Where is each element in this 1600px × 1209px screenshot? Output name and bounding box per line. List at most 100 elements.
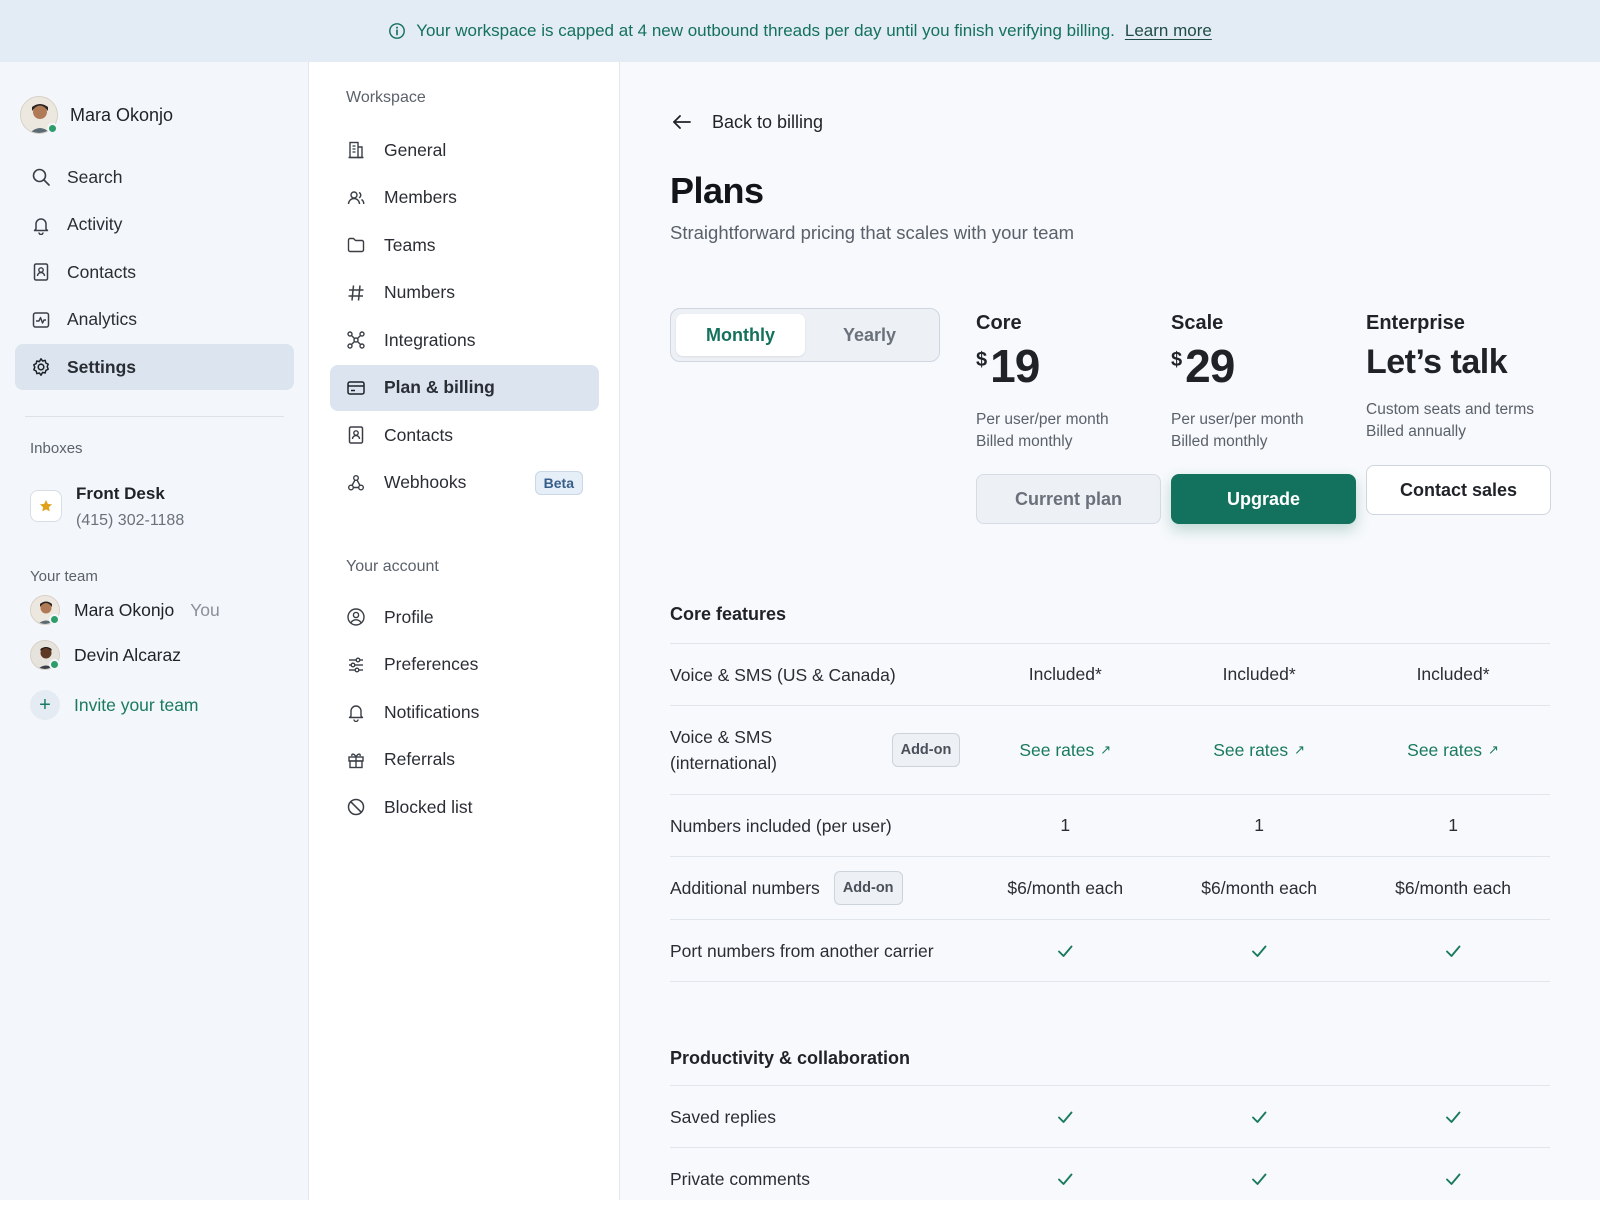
nav-label: Analytics: [67, 309, 138, 329]
price-amount: 19: [990, 340, 1040, 392]
price-amount: 29: [1185, 340, 1235, 392]
integrations-icon: [346, 330, 366, 350]
workspace-label: Workspace: [346, 89, 426, 106]
nav-analytics[interactable]: Analytics: [15, 297, 294, 343]
main-nav: Search Activity Contacts Analytics Setti…: [15, 154, 294, 392]
settings-item-label: Preferences: [384, 654, 479, 674]
plan-price: $ 29: [1171, 341, 1356, 397]
feature-value: Included*: [1416, 664, 1490, 684]
building-icon: [346, 140, 366, 160]
feature-value: Included*: [1222, 664, 1296, 684]
check-icon: [968, 1169, 1162, 1189]
settings-item-numbers[interactable]: Numbers: [330, 270, 599, 316]
plan-description: Per user/per month Billed monthly: [976, 409, 1161, 453]
plans-page: Back to billing Plans Straightforward pr…: [620, 62, 1600, 1200]
upgrade-button[interactable]: Upgrade: [1171, 474, 1356, 524]
external-link-icon: ↗: [1488, 742, 1499, 757]
billing-banner: Your workspace is capped at 4 new outbou…: [0, 0, 1600, 62]
settings-item-label: Blocked list: [384, 796, 473, 817]
check-icon: [1162, 941, 1356, 961]
inbox-front-desk[interactable]: Front Desk (415) 302-1188: [30, 482, 184, 530]
link-label: See rates: [1213, 739, 1289, 760]
banner-message: Your workspace is capped at 4 new outbou…: [416, 21, 1115, 40]
feature-value: 1: [1448, 815, 1458, 835]
feature-label: Voice & SMS (international) Add-on: [670, 724, 968, 776]
invite-team-button[interactable]: + Invite your team: [30, 690, 199, 720]
back-label: Back to billing: [712, 111, 824, 132]
settings-item-general[interactable]: General: [330, 127, 599, 173]
link-label: See rates: [1407, 739, 1483, 760]
nav-search[interactable]: Search: [15, 154, 294, 200]
sidebar-divider: [25, 416, 284, 417]
settings-item-profile[interactable]: Profile: [330, 594, 599, 640]
nav-activity[interactable]: Activity: [15, 202, 294, 248]
plan-headline: Let’s talk: [1366, 343, 1508, 381]
see-rates-link[interactable]: See rates ↗: [1162, 740, 1356, 761]
check-icon: [1356, 941, 1550, 961]
settings-item-label: Contacts: [384, 424, 454, 445]
page-title: Plans: [670, 170, 764, 211]
settings-item-label: Numbers: [384, 282, 455, 302]
price-currency: $: [1171, 349, 1183, 371]
plan-scale: Scale $ 29 Per user/per month Billed mon…: [1171, 308, 1356, 524]
you-tag: You: [190, 599, 220, 620]
contact-sales-button[interactable]: Contact sales: [1366, 465, 1551, 515]
members-icon: [346, 188, 366, 208]
back-to-billing-link[interactable]: Back to billing: [670, 110, 823, 134]
current-plan-button[interactable]: Current plan: [976, 474, 1161, 524]
team-member[interactable]: Devin Alcaraz: [30, 640, 181, 670]
settings-item-label: Plan & billing: [384, 377, 495, 397]
settings-item-preferences[interactable]: Preferences: [330, 642, 599, 688]
settings-item-teams[interactable]: Teams: [330, 222, 599, 268]
learn-more-link[interactable]: Learn more: [1125, 21, 1212, 41]
current-user[interactable]: Mara Okonjo: [20, 96, 173, 134]
feature-value: $6/month each: [1007, 877, 1124, 898]
workspace-list: General Members Teams Numbers Integratio…: [330, 127, 599, 507]
settings-item-integrations[interactable]: Integrations: [330, 317, 599, 363]
plan-enterprise: Enterprise Let’s talk Custom seats and t…: [1366, 308, 1551, 515]
plan-price: $ 19: [976, 341, 1161, 397]
nav-contacts[interactable]: Contacts: [15, 249, 294, 295]
feature-label: Private comments: [670, 1166, 968, 1192]
see-rates-link[interactable]: See rates ↗: [1356, 740, 1550, 761]
plan-description: Custom seats and terms Billed annually: [1366, 399, 1551, 443]
settings-item-webhooks[interactable]: Webhooks Beta: [330, 460, 599, 506]
table-row: Additional numbers Add-on $6/month each …: [670, 856, 1550, 919]
plus-icon: +: [30, 690, 60, 720]
table-row: Port numbers from another carrier: [670, 919, 1550, 982]
avatar: [20, 96, 58, 134]
nav-settings[interactable]: Settings: [15, 344, 294, 390]
info-icon: [388, 22, 406, 40]
settings-item-label: Notifications: [384, 701, 480, 722]
team-member-name: Devin Alcaraz: [74, 644, 181, 665]
team-member[interactable]: Mara Okonjo You: [30, 595, 220, 625]
settings-item-notifications[interactable]: Notifications: [330, 689, 599, 735]
settings-item-members[interactable]: Members: [330, 175, 599, 221]
user-name: Mara Okonjo: [70, 104, 174, 125]
blocked-icon: [346, 797, 366, 817]
search-icon: [31, 167, 51, 187]
settings-item-label: General: [384, 139, 447, 160]
avatar: [30, 640, 60, 670]
see-rates-link[interactable]: See rates ↗: [968, 740, 1162, 761]
addon-badge: Add-on: [833, 871, 903, 905]
table-row: Saved replies: [670, 1085, 1550, 1147]
presence-dot: [49, 659, 60, 670]
toggle-yearly[interactable]: Yearly: [805, 314, 934, 356]
gift-icon: [346, 750, 366, 770]
settings-item-blocked-list[interactable]: Blocked list: [330, 784, 599, 830]
settings-item-contacts[interactable]: Contacts: [330, 412, 599, 458]
core-features-title: Core features: [670, 604, 787, 624]
account-label: Your account: [346, 558, 439, 575]
beta-badge: Beta: [534, 470, 583, 495]
toggle-monthly[interactable]: Monthly: [676, 314, 805, 356]
settings-item-referrals[interactable]: Referrals: [330, 737, 599, 783]
check-icon: [968, 1107, 1162, 1127]
settings-item-label: Webhooks: [384, 472, 467, 492]
nav-label: Settings: [67, 356, 137, 377]
feature-name: Voice & SMS (US & Canada): [670, 664, 896, 685]
plan-desc-line: Billed monthly: [1171, 433, 1268, 450]
folder-icon: [346, 235, 366, 255]
settings-item-plan-billing[interactable]: Plan & billing: [330, 364, 599, 411]
settings-item-label: Referrals: [384, 749, 455, 769]
